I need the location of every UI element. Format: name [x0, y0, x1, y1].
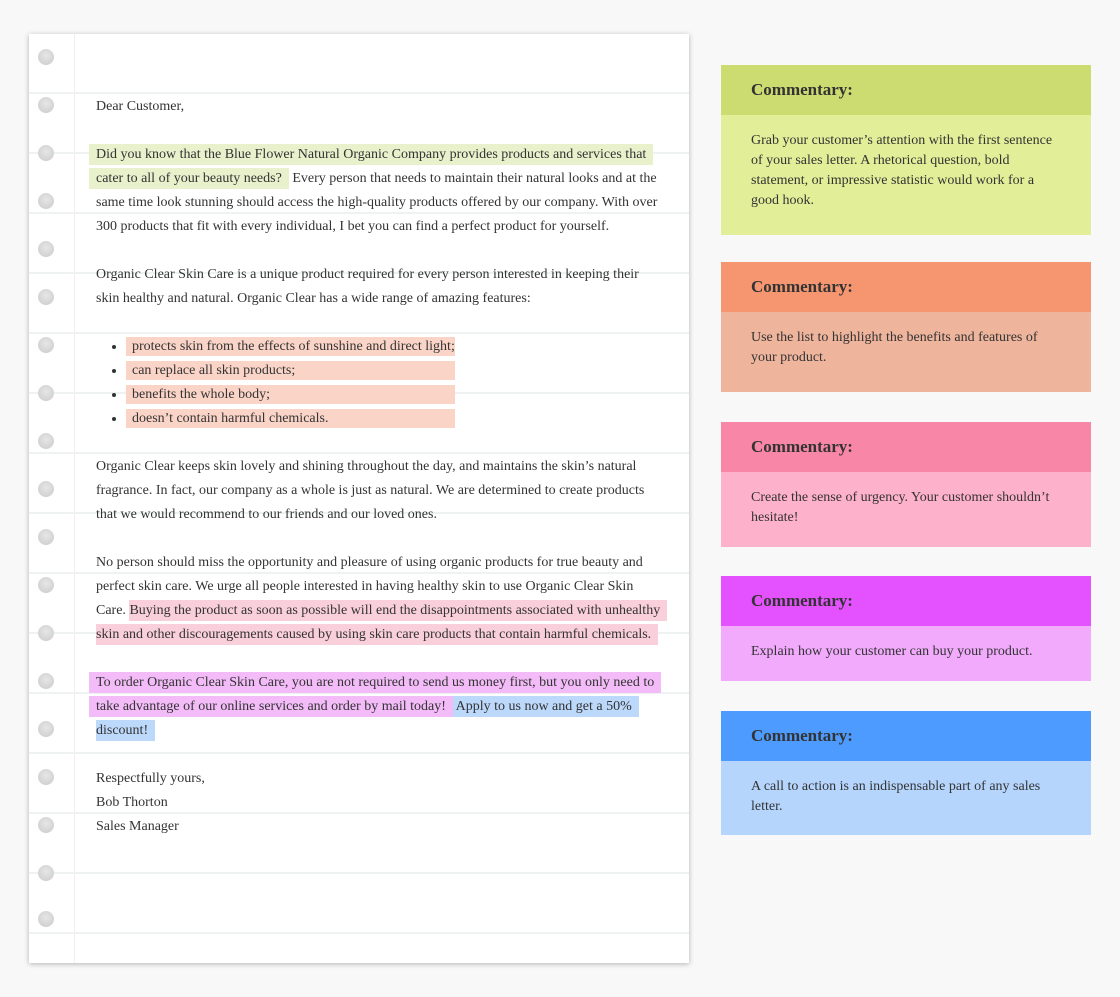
commentary-card: Commentary: Grab your customer’s attenti…	[721, 65, 1091, 235]
feature-item: can replace all skin products;	[126, 359, 661, 383]
binder-hole-icon	[38, 385, 54, 401]
signer-name: Bob Thorton	[96, 795, 168, 810]
commentary-text: A call to action is an indispensable par…	[721, 761, 1091, 835]
binder-hole-icon	[38, 481, 54, 497]
commentary-text: Grab your customer’s attention with the …	[721, 115, 1091, 235]
feature-item: benefits the whole body;	[126, 383, 661, 407]
product-paragraph: Organic Clear Skin Care is a unique prod…	[96, 267, 639, 306]
binder-hole-icon	[38, 625, 54, 641]
signature: Respectfully yours, Bob Thorton Sales Ma…	[96, 767, 661, 839]
commentary-card: Commentary: Explain how your customer ca…	[721, 576, 1091, 681]
urgency-highlight: Buying the product as soon as possible w…	[96, 600, 668, 645]
feature-item: doesn’t contain harmful chemicals.	[126, 407, 661, 431]
signer-title: Sales Manager	[96, 819, 179, 834]
commentary-text: Explain how your customer can buy your p…	[721, 626, 1091, 681]
features-list: protects skin from the effects of sunshi…	[96, 335, 661, 431]
commentary-heading: Commentary:	[721, 262, 1091, 312]
letter-paper: Dear Customer, Did you know that the Blu…	[29, 34, 689, 963]
commentary-card: Commentary: Use the list to highlight th…	[721, 262, 1091, 392]
binder-hole-icon	[38, 911, 54, 927]
commentary-heading: Commentary:	[721, 422, 1091, 472]
binder-hole-icon	[38, 193, 54, 209]
binder-hole-icon	[38, 529, 54, 545]
binder-hole-icon	[38, 865, 54, 881]
commentary-heading: Commentary:	[721, 576, 1091, 626]
commentary-card: Commentary: A call to action is an indis…	[721, 711, 1091, 835]
urgency-paragraph: No person should miss the opportunity an…	[96, 551, 668, 647]
binder-hole-icon	[38, 577, 54, 593]
binder-hole-icon	[38, 337, 54, 353]
intro-paragraph: Did you know that the Blue Flower Natura…	[89, 143, 661, 239]
commentary-text: Create the sense of urgency. Your custom…	[721, 472, 1091, 547]
binder-hole-icon	[38, 817, 54, 833]
feature-item: protects skin from the effects of sunshi…	[126, 335, 661, 359]
binder-hole-icon	[38, 97, 54, 113]
binder-hole-icon	[38, 769, 54, 785]
binder-hole-icon	[38, 241, 54, 257]
binder-hole-icon	[38, 289, 54, 305]
greeting: Dear Customer,	[96, 99, 185, 114]
order-paragraph: To order Organic Clear Skin Care, you ar…	[89, 671, 662, 743]
binder-hole-icon	[38, 145, 54, 161]
natural-paragraph: Organic Clear keeps skin lovely and shin…	[96, 459, 645, 522]
letter-body: Dear Customer, Did you know that the Blu…	[89, 95, 668, 839]
commentary-heading: Commentary:	[721, 711, 1091, 761]
binder-hole-icon	[38, 673, 54, 689]
commentary-heading: Commentary:	[721, 65, 1091, 115]
binder-hole-icon	[38, 433, 54, 449]
binder-hole-icon	[38, 721, 54, 737]
margin-line	[74, 34, 75, 963]
commentary-text: Use the list to highlight the benefits a…	[721, 312, 1091, 392]
closing: Respectfully yours,	[96, 771, 205, 786]
commentary-card: Commentary: Create the sense of urgency.…	[721, 422, 1091, 547]
binder-hole-icon	[38, 49, 54, 65]
